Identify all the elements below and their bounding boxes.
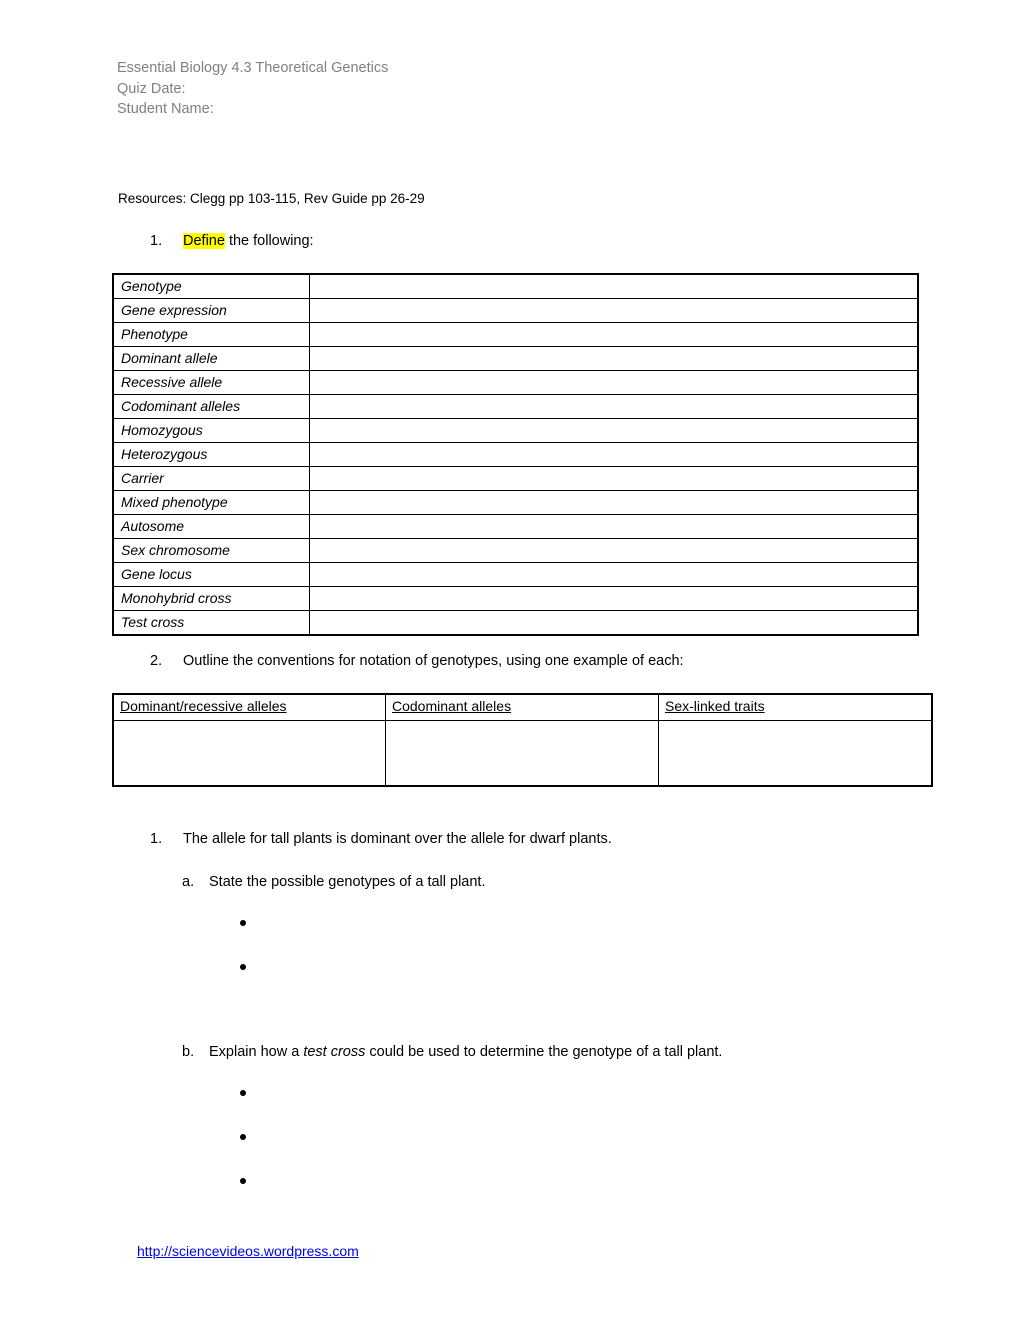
- question-3: 1. The allele for tall plants is dominant…: [150, 829, 612, 849]
- definitions-table: Genotype Gene expression Phenotype Domin…: [112, 273, 919, 636]
- question-3-part-a-text: State the possible genotypes of a tall p…: [209, 874, 486, 890]
- question-3-part-b-text-before: Explain how a: [209, 1044, 304, 1060]
- question-2: 2. Outline the conventions for notation o…: [150, 651, 684, 671]
- answer-cell[interactable]: [309, 514, 919, 539]
- notation-header-label: Sex-linked traits: [665, 698, 765, 714]
- table-row: Carrier: [112, 466, 919, 491]
- notation-answer-cell[interactable]: [385, 720, 659, 787]
- definitions-table-body: Genotype Gene expression Phenotype Domin…: [112, 273, 919, 636]
- answer-cell[interactable]: [309, 586, 919, 611]
- table-row: Dominant allele: [112, 346, 919, 371]
- term-cell: Heterozygous: [112, 442, 310, 467]
- student-name-label: Student Name:: [117, 101, 214, 117]
- table-row: [112, 720, 933, 787]
- answer-cell[interactable]: [309, 418, 919, 443]
- notation-table: Dominant/recessive alleles Codominant al…: [112, 693, 933, 787]
- term-cell: Dominant allele: [112, 346, 310, 371]
- table-row: Gene expression: [112, 298, 919, 323]
- question-3-part-a: a. State the possible genotypes of a tall…: [182, 872, 486, 892]
- table-row: Genotype: [112, 273, 919, 299]
- answer-cell[interactable]: [309, 562, 919, 587]
- document-title: Essential Biology 4.3 Theoretical Geneti…: [117, 60, 389, 76]
- question-3-part-b-text-after: could be used to determine the genotype …: [365, 1044, 723, 1060]
- question-3-part-b: b. Explain how a test cross could be used…: [182, 1042, 722, 1062]
- bullet-point: [240, 1090, 246, 1096]
- term-cell: Autosome: [112, 514, 310, 539]
- question-1-highlight: Define: [183, 233, 225, 249]
- term-cell: Carrier: [112, 466, 310, 491]
- term-cell: Gene expression: [112, 298, 310, 323]
- question-3-marker: 1.: [150, 831, 163, 847]
- answer-cell[interactable]: [309, 273, 919, 299]
- term-cell: Recessive allele: [112, 370, 310, 395]
- footer-link[interactable]: http://sciencevideos.wordpress.com: [137, 1242, 359, 1260]
- table-row: Dominant/recessive alleles Codominant al…: [112, 693, 933, 721]
- table-row: Gene locus: [112, 562, 919, 587]
- bullet-point: [240, 1178, 246, 1184]
- term-cell: Homozygous: [112, 418, 310, 443]
- term-cell: Phenotype: [112, 322, 310, 347]
- table-row: Autosome: [112, 514, 919, 539]
- document-header: Essential Biology 4.3 Theoretical Geneti…: [117, 58, 388, 120]
- question-3-part-b-italic: test cross: [303, 1044, 366, 1060]
- answer-cell[interactable]: [309, 346, 919, 371]
- bullet-point: [240, 964, 246, 970]
- question-3-text: The allele for tall plants is dominant o…: [183, 831, 612, 847]
- term-cell: Mixed phenotype: [112, 490, 310, 515]
- question-3-part-b-marker: b.: [182, 1044, 195, 1060]
- answer-cell[interactable]: [309, 466, 919, 491]
- bullet-point: [240, 920, 246, 926]
- answer-cell[interactable]: [309, 322, 919, 347]
- term-cell: Gene locus: [112, 562, 310, 587]
- question-1: 1. Define the following:: [150, 231, 314, 251]
- quiz-date-label: Quiz Date:: [117, 80, 186, 97]
- question-2-text: Outline the conventions for notation of …: [183, 653, 684, 669]
- table-row: Homozygous: [112, 418, 919, 443]
- question-1-text: the following:: [224, 233, 314, 249]
- table-row: Phenotype: [112, 322, 919, 347]
- table-row: Heterozygous: [112, 442, 919, 467]
- answer-cell[interactable]: [309, 490, 919, 515]
- question-3-part-a-marker: a.: [182, 874, 195, 890]
- term-cell: Genotype: [112, 273, 310, 299]
- term-cell: Test cross: [112, 610, 310, 636]
- notation-header-label: Codominant alleles: [392, 698, 512, 714]
- table-row: Mixed phenotype: [112, 490, 919, 515]
- answer-cell[interactable]: [309, 442, 919, 467]
- answer-cell[interactable]: [309, 298, 919, 323]
- notation-header-label: Dominant/recessive alleles: [120, 698, 287, 714]
- question-2-marker: 2.: [150, 653, 163, 669]
- notation-answer-cell[interactable]: [112, 720, 386, 787]
- term-cell: Monohybrid cross: [112, 586, 310, 611]
- term-cell: Codominant alleles: [112, 394, 310, 419]
- table-row: Monohybrid cross: [112, 586, 919, 611]
- notation-table-body: Dominant/recessive alleles Codominant al…: [112, 693, 933, 787]
- notation-header-cell: Sex-linked traits: [658, 693, 933, 721]
- table-row: Sex chromosome: [112, 538, 919, 563]
- question-1-marker: 1.: [150, 233, 163, 249]
- term-cell: Sex chromosome: [112, 538, 310, 563]
- document-page: Essential Biology 4.3 Theoretical Geneti…: [0, 0, 1020, 1320]
- notation-answer-cell[interactable]: [658, 720, 933, 787]
- resources-line: Resources: Clegg pp 103-115, Rev Guide p…: [118, 191, 425, 206]
- table-row: Recessive allele: [112, 370, 919, 395]
- answer-cell[interactable]: [309, 394, 919, 419]
- notation-header-cell: Codominant alleles: [385, 693, 659, 721]
- answer-cell[interactable]: [309, 370, 919, 395]
- bullet-point: [240, 1134, 246, 1140]
- notation-header-cell: Dominant/recessive alleles: [112, 693, 386, 721]
- table-row: Test cross: [112, 610, 919, 636]
- table-row: Codominant alleles: [112, 394, 919, 419]
- answer-cell[interactable]: [309, 610, 919, 636]
- answer-cell[interactable]: [309, 538, 919, 563]
